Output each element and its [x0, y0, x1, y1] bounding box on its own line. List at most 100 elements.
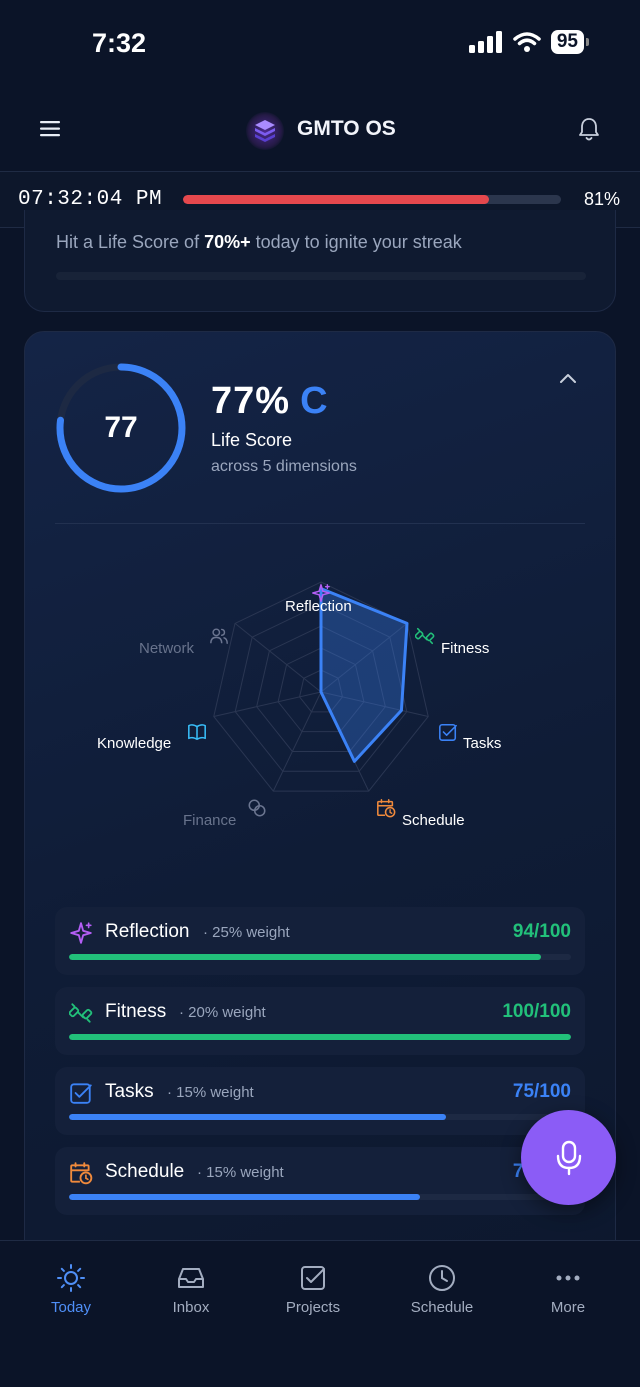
life-score-card: 77 77% C Life Score across 5 dimensions R… [24, 331, 616, 1271]
stack-logo-icon [255, 120, 275, 142]
status-icons: 95 [468, 30, 590, 54]
dimension-progress-fill [69, 954, 541, 960]
sparkles-icon [70, 922, 92, 944]
dimension-progress-track [69, 954, 571, 960]
inbox-icon [178, 1268, 204, 1288]
dimension-progress-fill [69, 1034, 571, 1040]
life-score-percent-value: 77% [211, 380, 291, 422]
dimension-score: 75/100 [512, 1081, 571, 1102]
radar-spoke [272, 691, 322, 792]
streak-message: Hit a Life Score of 70%+ today to ignite… [56, 232, 462, 253]
radar-axis-label: Knowledge [97, 735, 172, 752]
streak-progress-track [56, 272, 586, 280]
radar-axis-label: Tasks [463, 735, 502, 752]
dimension-icon [69, 1081, 93, 1110]
dimension-score: 94/100 [512, 921, 571, 942]
radar-axis-icon [438, 722, 458, 747]
day-progress-percent: 81% [583, 189, 620, 209]
bell-icon[interactable] [578, 116, 600, 142]
dimension-icon [68, 1001, 93, 1030]
dimension-row-schedule[interactable]: Schedule· 15% weight70/100 [55, 1147, 585, 1215]
dimension-score: 100/100 [502, 1001, 571, 1022]
life-score-percent: 77% C [211, 380, 329, 423]
tab-label: Inbox [172, 1299, 210, 1316]
chevron-up-icon[interactable] [559, 372, 577, 384]
dimension-progress-track [69, 1194, 571, 1200]
life-score-subtitle: across 5 dimensions [211, 458, 357, 475]
dimension-name: Tasks [105, 1081, 154, 1102]
signal-icon [468, 31, 502, 53]
status-bar: 7:32 95 [0, 0, 640, 90]
dimension-row-tasks[interactable]: Tasks · 15% weight 75/100 [55, 1067, 585, 1135]
streak-threshold: 70%+ [204, 232, 251, 252]
radar-axis-icon [376, 798, 396, 823]
day-progress-bar [183, 195, 561, 204]
tab-inbox[interactable]: Inbox [136, 1263, 246, 1316]
dimension-weight: · 25% weight [203, 924, 290, 941]
radar-axis-icon [414, 626, 435, 651]
radar-axis-label: Finance [183, 812, 237, 829]
streak-card: Hit a Life Score of 70%+ today to ignite… [24, 210, 616, 312]
checkbox-icon [439, 723, 457, 741]
streak-text-before: Hit a Life Score of [56, 232, 205, 252]
dimension-progress-track [69, 1034, 571, 1040]
bottom-tab-bar: Today Inbox Projects Schedule More [0, 1240, 640, 1387]
radar-axis-icon [209, 626, 229, 651]
clock-icon [429, 1265, 455, 1291]
dimension-name: Schedule [105, 1161, 185, 1182]
tab-label: Schedule [410, 1299, 474, 1316]
tab-label: More [550, 1299, 586, 1316]
app-title: GMTO OS [297, 117, 396, 140]
dimension-progress-fill [69, 1194, 421, 1200]
voice-input-button[interactable] [521, 1110, 616, 1205]
calendar-clock-icon [70, 1162, 93, 1185]
dimension-progress-fill [69, 1114, 446, 1120]
battery-indicator: 95 [550, 30, 590, 54]
checkbox-icon [301, 1266, 325, 1290]
app-logo [246, 112, 284, 150]
radar-axis-label: Fitness [441, 640, 490, 657]
dumbbell-icon [414, 627, 435, 645]
life-score-label: Life Score [211, 430, 293, 450]
tab-more[interactable]: More [513, 1263, 623, 1316]
dimension-row-reflection[interactable]: Reflection · 25% weight 94/100 [55, 907, 585, 975]
tab-projects[interactable]: Projects [258, 1263, 368, 1316]
checkbox-icon [70, 1083, 92, 1104]
life-score-grade: C [300, 380, 329, 422]
day-progress-fill [183, 195, 490, 204]
tab-schedule[interactable]: Schedule [387, 1263, 497, 1316]
sun-icon [57, 1264, 85, 1292]
tab-label: Projects [285, 1299, 341, 1316]
radar-axis-label: Schedule [402, 812, 465, 829]
more-icon [556, 1275, 580, 1281]
users-icon [210, 628, 228, 644]
dimension-progress-track [69, 1114, 571, 1120]
radar-axis-icon [247, 798, 267, 823]
coins-icon [248, 799, 266, 817]
streak-text-after: today to ignite your streak [250, 232, 462, 252]
current-time: 07:32:04 PM [18, 188, 163, 211]
tab-label: Today [50, 1299, 92, 1316]
sparkles-icon [312, 584, 330, 602]
dumbbell-icon [68, 1003, 93, 1023]
radar-axis-icon [187, 722, 207, 747]
microphone-icon [556, 1140, 581, 1175]
wifi-icon [513, 32, 541, 52]
life-score-ring-value: 77 [104, 411, 138, 444]
dimension-weight: · 15% weight [197, 1164, 284, 1181]
radar-axis-icon [311, 583, 331, 608]
app-header: GMTO OS [0, 90, 640, 172]
dimension-name: Fitness [105, 1001, 167, 1022]
dimension-weight: · 20% weight [179, 1004, 266, 1021]
dimension-icon [69, 921, 93, 950]
status-time: 7:32 [92, 28, 147, 58]
tab-today[interactable]: Today [16, 1263, 126, 1316]
dimension-name: Reflection [105, 921, 190, 942]
calendar-clock-icon [377, 799, 396, 818]
radar-axis-label: Network [139, 640, 195, 657]
dimension-weight: · 15% weight [167, 1084, 254, 1101]
dimension-row-fitness[interactable]: Fitness · 20% weight 100/100 [55, 987, 585, 1055]
dimension-icon [69, 1161, 93, 1190]
menu-icon[interactable] [40, 120, 62, 138]
book-icon [188, 724, 206, 741]
